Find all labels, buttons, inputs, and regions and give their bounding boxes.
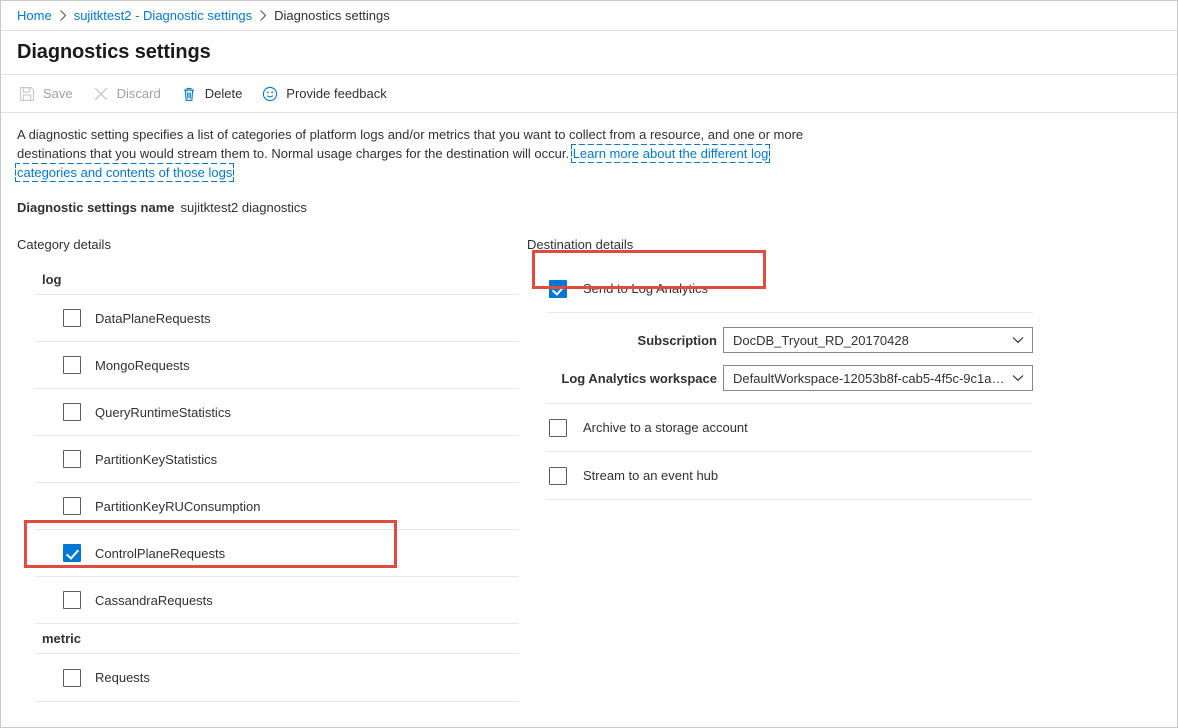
checkbox-send-to-log-analytics[interactable] <box>549 280 567 298</box>
destination-row-log-analytics[interactable]: Send to Log Analytics <box>547 265 1033 313</box>
breadcrumb-item-current: Diagnostics settings <box>274 8 390 23</box>
checkbox-dataplanerequests[interactable] <box>63 309 81 327</box>
diagnostic-settings-name-value: sujitktest2 diagnostics <box>180 200 306 215</box>
category-row-partitionkeystatistics[interactable]: PartitionKeyStatistics <box>35 436 519 483</box>
breadcrumb: Home sujitktest2 - Diagnostic settings D… <box>1 1 1177 31</box>
discard-icon <box>93 86 109 102</box>
chevron-right-icon-2 <box>259 10 267 21</box>
category-label: CassandraRequests <box>95 593 213 608</box>
destination-row-event-hub[interactable]: Stream to an event hub <box>547 452 1033 500</box>
log-analytics-workspace-value: DefaultWorkspace-12053b8f-cab5-4f5c-9c1a… <box>733 371 1006 386</box>
breadcrumb-item-home[interactable]: Home <box>17 8 52 23</box>
category-label: QueryRuntimeStatistics <box>95 405 231 420</box>
chevron-down-icon <box>1006 374 1024 382</box>
category-details-heading: Category details <box>17 237 525 252</box>
category-details-panel: Category details log DataPlaneRequests M… <box>17 237 525 702</box>
destination-label: Archive to a storage account <box>583 420 748 435</box>
category-group-metric: metric <box>35 624 519 654</box>
window-bottom-edge <box>1 722 1177 728</box>
checkbox-cassandrarequests[interactable] <box>63 591 81 609</box>
checkbox-partitionkeystatistics[interactable] <box>63 450 81 468</box>
checkbox-mongorequests[interactable] <box>63 356 81 374</box>
subscription-value: DocDB_Tryout_RD_20170428 <box>733 333 1006 348</box>
diagnostic-settings-name-label: Diagnostic settings name <box>17 200 174 215</box>
provide-feedback-label: Provide feedback <box>286 86 386 101</box>
category-label: PartitionKeyStatistics <box>95 452 217 467</box>
category-label: MongoRequests <box>95 358 190 373</box>
diagnostic-settings-name-row: Diagnostic settings name sujitktest2 diag… <box>17 200 1161 215</box>
category-row-requests[interactable]: Requests <box>35 654 519 701</box>
delete-icon <box>181 86 197 102</box>
category-row-cassandrarequests[interactable]: CassandraRequests <box>35 577 519 624</box>
description-text: A diagnostic setting specifies a list of… <box>17 125 817 182</box>
save-button[interactable]: Save <box>15 79 83 109</box>
checkbox-requests[interactable] <box>63 669 81 687</box>
checkbox-controlplanerequests[interactable] <box>63 544 81 562</box>
page-header: Diagnostics settings <box>1 31 1177 75</box>
log-analytics-workspace-dropdown[interactable]: DefaultWorkspace-12053b8f-cab5-4f5c-9c1a… <box>723 365 1033 391</box>
destination-details-panel: Destination details Send to Log Analytic… <box>527 237 1047 702</box>
category-list: log DataPlaneRequests MongoRequests Quer… <box>35 265 519 702</box>
destination-details-heading: Destination details <box>527 237 1047 252</box>
category-label: ControlPlaneRequests <box>95 546 225 561</box>
settings-columns: Category details log DataPlaneRequests M… <box>17 237 1161 702</box>
subscription-dropdown[interactable]: DocDB_Tryout_RD_20170428 <box>723 327 1033 353</box>
destination-row-storage-account[interactable]: Archive to a storage account <box>547 404 1033 452</box>
diagnostics-settings-page: Home sujitktest2 - Diagnostic settings D… <box>0 0 1178 728</box>
category-row-controlplanerequests[interactable]: ControlPlaneRequests <box>35 530 519 577</box>
category-row-queryruntimestatistics[interactable]: QueryRuntimeStatistics <box>35 389 519 436</box>
chevron-down-icon <box>1006 336 1024 344</box>
subscription-label: Subscription <box>547 333 723 348</box>
discard-button[interactable]: Discard <box>89 79 171 109</box>
category-label: PartitionKeyRUConsumption <box>95 499 260 514</box>
smiley-icon <box>262 86 278 102</box>
command-toolbar: Save Discard Delete <box>1 75 1177 113</box>
delete-button[interactable]: Delete <box>177 79 253 109</box>
category-group-log: log <box>35 265 519 295</box>
provide-feedback-button[interactable]: Provide feedback <box>258 79 396 109</box>
save-icon <box>19 86 35 102</box>
checkbox-queryruntimestatistics[interactable] <box>63 403 81 421</box>
category-label: Requests <box>95 670 150 685</box>
save-label: Save <box>43 86 73 101</box>
category-row-dataplanerequests[interactable]: DataPlaneRequests <box>35 295 519 342</box>
page-title: Diagnostics settings <box>17 41 211 64</box>
destination-label: Send to Log Analytics <box>583 281 708 296</box>
discard-label: Discard <box>117 86 161 101</box>
checkbox-stream-to-event-hub[interactable] <box>549 467 567 485</box>
workspace-field-row: Log Analytics workspace DefaultWorkspace… <box>547 365 1033 391</box>
chevron-right-icon <box>59 10 67 21</box>
destination-label: Stream to an event hub <box>583 468 718 483</box>
category-row-partitionkeyruconsumption[interactable]: PartitionKeyRUConsumption <box>35 483 519 530</box>
checkbox-partitionkeyruconsumption[interactable] <box>63 497 81 515</box>
breadcrumb-item-resource[interactable]: sujitktest2 - Diagnostic settings <box>74 8 252 23</box>
category-label: DataPlaneRequests <box>95 311 211 326</box>
log-analytics-fields: Subscription DocDB_Tryout_RD_20170428 Lo… <box>547 313 1033 404</box>
category-row-mongorequests[interactable]: MongoRequests <box>35 342 519 389</box>
subscription-field-row: Subscription DocDB_Tryout_RD_20170428 <box>547 327 1033 353</box>
log-analytics-workspace-label: Log Analytics workspace <box>547 371 723 386</box>
destination-list: Send to Log Analytics Subscription DocDB… <box>547 265 1033 500</box>
delete-label: Delete <box>205 86 243 101</box>
checkbox-archive-to-storage-account[interactable] <box>549 419 567 437</box>
page-content: A diagnostic setting specifies a list of… <box>1 125 1177 702</box>
